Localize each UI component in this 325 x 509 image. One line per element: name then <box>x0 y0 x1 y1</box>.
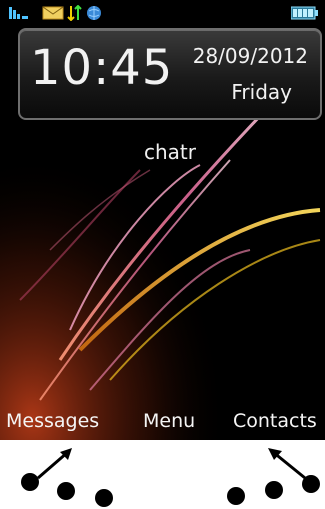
clock-widget[interactable]: 10:45 28/09/2012 Friday <box>18 28 322 120</box>
right-swipe-gesture-icon <box>227 448 320 505</box>
menu-softkey[interactable]: Menu <box>143 410 195 432</box>
clock-time: 10:45 <box>30 40 174 96</box>
carrier-name: chatr <box>144 140 196 164</box>
messages-softkey[interactable]: Messages <box>6 410 99 432</box>
status-bar <box>0 0 325 26</box>
clock-date: 28/09/2012 <box>192 44 308 68</box>
globe-icon <box>87 6 101 20</box>
phone-home-screen: 10:45 28/09/2012 Friday chatr Messages M… <box>0 0 325 440</box>
envelope-icon <box>42 6 64 20</box>
battery-icon <box>291 6 318 20</box>
softkey-bar: Messages Menu Contacts <box>0 404 325 440</box>
gesture-annotations <box>21 448 320 507</box>
data-transfer-icon <box>67 5 82 21</box>
clock-day: Friday <box>231 80 292 104</box>
signal-icon <box>9 7 28 19</box>
left-swipe-gesture-icon <box>21 448 113 507</box>
contacts-softkey[interactable]: Contacts <box>233 410 317 432</box>
